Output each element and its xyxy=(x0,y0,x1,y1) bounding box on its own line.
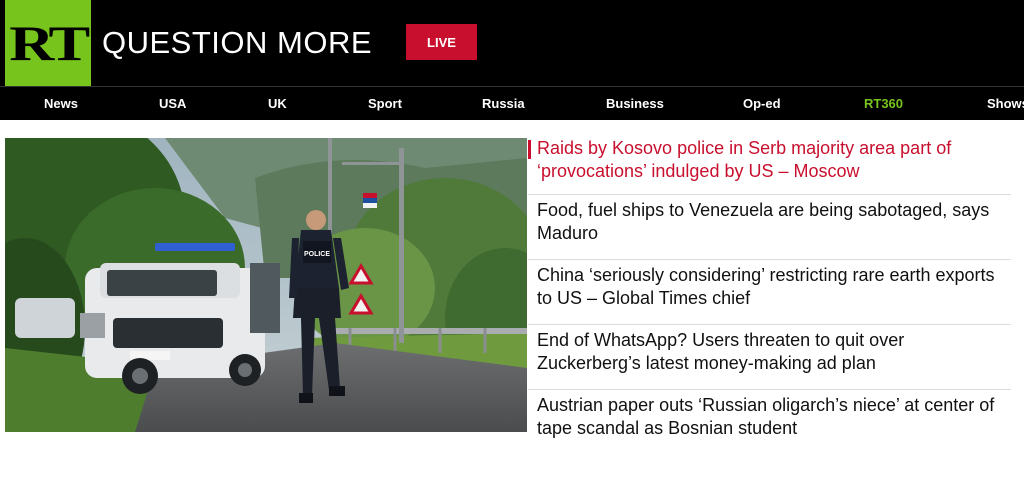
main-nav: News USA UK Sport Russia Business Op-ed … xyxy=(0,86,1024,120)
hero-image[interactable]: POLICE xyxy=(5,138,527,432)
nav-item-uk[interactable]: UK xyxy=(268,87,287,121)
headline-link[interactable]: Austrian paper outs ‘Russian oligarch’s … xyxy=(528,390,1011,452)
headline-link[interactable]: China ‘seriously considering’ restrictin… xyxy=(528,260,1011,325)
headline-link[interactable]: Food, fuel ships to Venezuela are being … xyxy=(528,195,1011,260)
logo-text: RT xyxy=(9,15,90,71)
headline-link[interactable]: Raids by Kosovo police in Serb majority … xyxy=(528,133,1011,195)
nav-item-business[interactable]: Business xyxy=(606,87,664,121)
nav-item-shows[interactable]: Shows xyxy=(987,87,1024,121)
nav-item-oped[interactable]: Op-ed xyxy=(743,87,781,121)
nav-item-rt360[interactable]: RT360 xyxy=(864,87,903,121)
nav-item-russia[interactable]: Russia xyxy=(482,87,525,121)
police-vest-label: POLICE xyxy=(304,251,330,258)
headline-link[interactable]: End of WhatsApp? Users threaten to quit … xyxy=(528,325,1011,390)
rt-logo[interactable]: RT xyxy=(5,0,91,86)
top-headlines-list: Raids by Kosovo police in Serb majority … xyxy=(528,133,1011,452)
nav-item-sport[interactable]: Sport xyxy=(368,87,402,121)
site-slogan: QUESTION MORE xyxy=(102,25,373,60)
site-header: RT QUESTION MORE LIVE xyxy=(0,0,1024,86)
live-button[interactable]: LIVE xyxy=(406,24,477,60)
nav-item-usa[interactable]: USA xyxy=(159,87,186,121)
nav-item-news[interactable]: News xyxy=(44,87,78,121)
